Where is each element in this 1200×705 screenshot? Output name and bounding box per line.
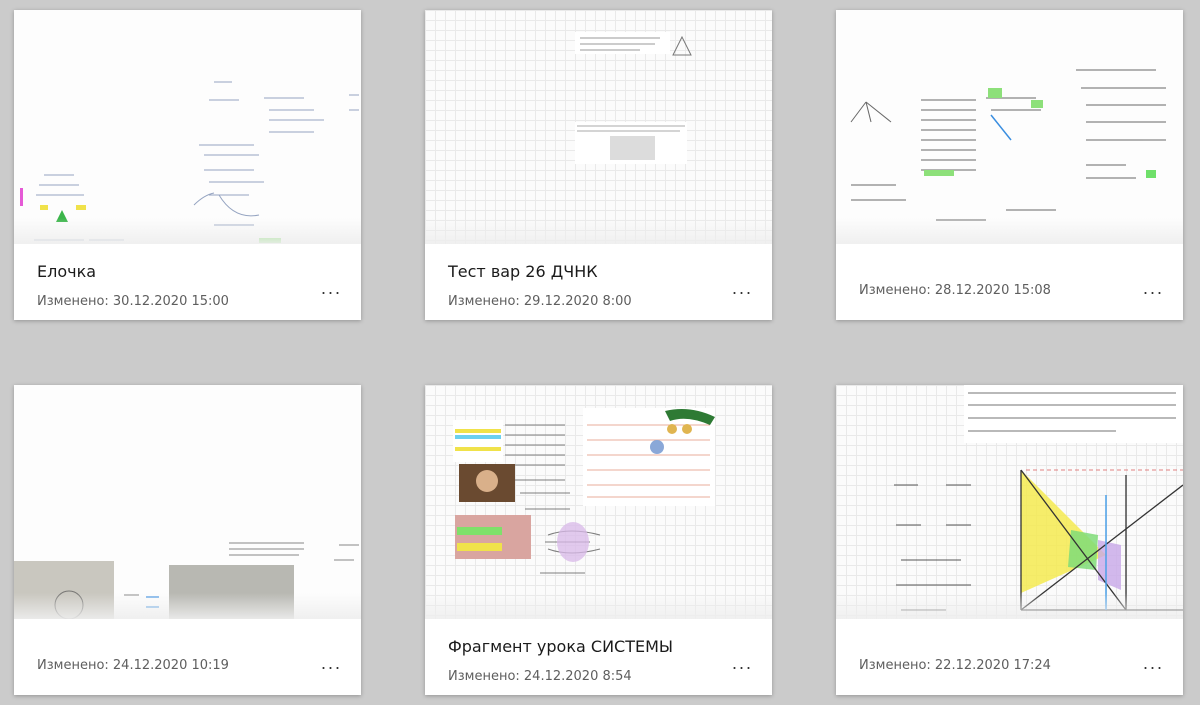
- card-info-5: Фрагмент урока СИСТЕМЫ Изменено: 24.12.2…: [425, 619, 772, 695]
- card-info-6: Изменено: 22.12.2020 17:24 ···: [836, 619, 1183, 695]
- notebook-card-4[interactable]: Изменено: 24.12.2020 10:19 ···: [14, 385, 361, 695]
- ellipsis-icon: ···: [731, 657, 753, 677]
- more-options-button[interactable]: ···: [1137, 280, 1169, 304]
- notebook-card-2[interactable]: Тест вар 26 ДЧНК Изменено: 29.12.2020 8:…: [425, 10, 772, 320]
- ellipsis-icon: ···: [1142, 657, 1164, 677]
- ellipsis-icon: ···: [1142, 282, 1164, 302]
- card-modified: Изменено: 28.12.2020 15:08: [859, 283, 1051, 298]
- card-modified: Изменено: 30.12.2020 15:00: [37, 294, 229, 309]
- more-options-button[interactable]: ···: [726, 280, 758, 304]
- more-options-button[interactable]: ···: [726, 655, 758, 679]
- card-info-2: Тест вар 26 ДЧНК Изменено: 29.12.2020 8:…: [425, 244, 772, 320]
- ellipsis-icon: ···: [731, 282, 753, 302]
- card-info-3: Изменено: 28.12.2020 15:08 ···: [836, 244, 1183, 320]
- ellipsis-icon: ···: [320, 282, 342, 302]
- card-title: Фрагмент урока СИСТЕМЫ: [448, 637, 674, 656]
- notebook-card-6[interactable]: Изменено: 22.12.2020 17:24 ···: [836, 385, 1183, 695]
- ellipsis-icon: ···: [320, 657, 342, 677]
- card-modified: Изменено: 24.12.2020 8:54: [448, 669, 632, 684]
- thumbnail-sketch-2: [575, 32, 692, 164]
- thumbnail-2: [425, 10, 772, 244]
- thumbnail-3: [836, 10, 1183, 244]
- notebook-card-1[interactable]: Елочка Изменено: 30.12.2020 15:00 ···: [14, 10, 361, 320]
- thumbnail-1: [14, 10, 361, 244]
- card-info-4: Изменено: 24.12.2020 10:19 ···: [14, 619, 361, 695]
- thumbnail-6: [836, 385, 1183, 619]
- thumbnail-sketch-3: [850, 69, 1166, 221]
- card-info-1: Елочка Изменено: 30.12.2020 15:00 ···: [14, 244, 361, 320]
- more-options-button[interactable]: ···: [315, 655, 347, 679]
- more-options-button[interactable]: ···: [1137, 655, 1169, 679]
- thumbnail-sketch-5: [453, 408, 715, 574]
- card-modified: Изменено: 22.12.2020 17:24: [859, 658, 1051, 673]
- thumbnail-4: [14, 385, 361, 619]
- card-modified: Изменено: 29.12.2020 8:00: [448, 294, 632, 309]
- notebook-card-3[interactable]: Изменено: 28.12.2020 15:08 ···: [836, 10, 1183, 320]
- card-title: Тест вар 26 ДЧНК: [448, 262, 598, 281]
- thumbnail-sketch-6: [894, 385, 1183, 611]
- thumbnail-sketch-4: [14, 542, 359, 619]
- card-modified: Изменено: 24.12.2020 10:19: [37, 658, 229, 673]
- card-title: Елочка: [37, 262, 97, 281]
- thumbnail-5: [425, 385, 772, 619]
- thumbnail-sketch-1: [20, 81, 359, 243]
- notebook-card-5[interactable]: Фрагмент урока СИСТЕМЫ Изменено: 24.12.2…: [425, 385, 772, 695]
- more-options-button[interactable]: ···: [315, 280, 347, 304]
